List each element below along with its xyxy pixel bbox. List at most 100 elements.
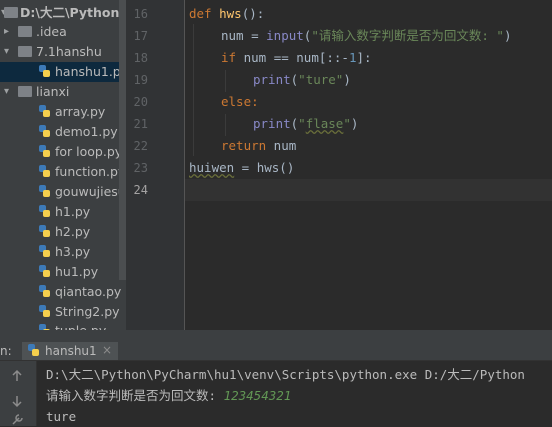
sidebar-scrollbar[interactable] [119,0,126,280]
arrow-down-icon[interactable] [10,394,24,408]
string-literal-typo: flase [305,116,344,131]
tree-item-label: .idea [36,24,67,39]
code-line-19[interactable]: print("ture") [253,69,351,91]
tree-item-lianxi[interactable]: ▾ lianxi [0,82,126,102]
tree-item-label: h2.py [55,224,91,239]
folder-icon [18,46,32,57]
tree-item-function-py[interactable]: function.py [0,162,126,182]
tree-item-hu1-py[interactable]: hu1.py [0,262,126,282]
code-line-20[interactable]: else: [221,91,259,113]
code-text: = hws() [234,160,295,175]
code-text: ) [503,28,512,43]
tree-item-array-py[interactable]: array.py [0,102,126,122]
panel-divider[interactable] [0,330,552,342]
indent-guide [225,114,226,136]
function-name: hws [219,6,242,21]
code-line-23[interactable]: huiwen = hws() [189,157,294,179]
console-command-line: D:\大二\Python\PyCharm\hu1\venv\Scripts\py… [46,367,525,382]
string-literal: "请输入数字判断是否为回文数: " [311,28,504,43]
folder-icon [18,26,32,37]
tree-item-qiantao-py[interactable]: qiantao.py [0,282,126,302]
code-text: ]: [356,50,372,65]
run-tab-hanshu1[interactable]: hanshu1 × [22,342,118,360]
line-number: 23 [133,161,148,175]
project-root-label: D:\大二\Python\P [20,5,126,20]
python-file-icon [39,265,50,277]
folder-icon [18,86,32,97]
tree-item-for-loop-py[interactable]: for loop.py [0,142,126,162]
tree-item-label: array.py [55,104,106,119]
code-text: ) [343,72,351,87]
python-file-icon [39,145,50,157]
line-number: 21 [133,117,148,131]
python-file-icon [39,205,50,217]
tree-item-7-1hanshu[interactable]: ▾ 7.1hanshu [0,42,126,62]
indent-guide [225,70,226,92]
tree-item-label: lianxi [36,84,70,99]
tree-item-string2-py[interactable]: String2.py [0,302,126,322]
line-number: 18 [133,51,148,65]
project-root[interactable]: ▾ D:\大二\Python\P [0,3,126,23]
code-text: (): [241,6,265,21]
chevron-down-icon[interactable]: ▾ [4,42,14,62]
tree-item-label: h1.py [55,204,91,219]
chevron-down-icon[interactable]: ▾ [4,82,14,102]
builtin-print: print [253,72,291,87]
wrench-icon[interactable] [10,413,24,427]
tree-item-h3-py[interactable]: h3.py [0,242,126,262]
line-number-current: 24 [133,183,148,197]
line-number: 19 [133,73,148,87]
arrow-up-icon[interactable] [10,369,24,383]
variable-name: huiwen [189,160,235,175]
tree-item-label: hanshu1.py [55,64,126,79]
tree-item-demo1-py[interactable]: demo1.py [0,122,126,142]
line-number: 16 [133,7,148,21]
line-number: 17 [133,29,148,43]
keyword-if: if [221,50,237,65]
python-file-icon [28,344,39,356]
console-output-line: ture [46,409,77,424]
tree-item-label: tuple.py [55,321,106,330]
python-file-icon [39,185,50,197]
close-icon[interactable]: × [102,343,112,357]
code-line-22[interactable]: return num [221,135,296,157]
builtin-input: input [266,28,304,43]
current-line-highlight [185,179,552,201]
keyword-return: return [221,138,267,153]
code-line-16[interactable]: def hws(): [189,3,264,25]
line-number: 22 [133,139,148,153]
tree-item-idea[interactable]: ▸ .idea [0,22,126,42]
tree-item-gouwujiesuan[interactable]: gouwujiesua [0,182,126,202]
chevron-right-icon[interactable]: ▸ [4,22,14,42]
tree-item-label: String2.py [55,304,120,319]
python-file-icon [39,105,50,117]
tree-item-label: h3.py [55,244,91,259]
tree-item-hanshu1-py[interactable]: hanshu1.py [0,62,126,82]
code-line-21[interactable]: print("flase") [253,113,358,135]
tree-item-label: hu1.py [55,264,99,279]
code-text: num == num[::- [236,50,349,65]
run-panel-label: n: [0,344,12,358]
console-prompt: 请输入数字判断是否为回文数: [46,388,224,403]
line-number: 20 [133,95,148,109]
python-file-icon [39,65,50,77]
code-line-17[interactable]: num = input("请输入数字判断是否为回文数: ") [221,25,511,47]
folder-icon [4,7,18,18]
project-tool-window: ▾ D:\大二\Python\P ▸ .idea ▾ 7.1hanshu han… [0,0,126,330]
tree-item-label: function.py [55,164,126,179]
python-file-icon [39,225,50,237]
tree-item-h2-py[interactable]: h2.py [0,222,126,242]
tree-item-tuple-py[interactable]: tuple.py [0,321,126,330]
code-text: num [266,138,297,153]
python-file-icon [39,165,50,177]
keyword-def: def [189,6,212,21]
builtin-print: print [253,116,291,131]
keyword-else: else [221,94,252,109]
tree-item-h1-py[interactable]: h1.py [0,202,126,222]
code-line-18[interactable]: if num == num[::-1]: [221,47,372,69]
string-literal: "ture" [298,72,344,87]
run-tab-label: hanshu1 [45,344,97,358]
tree-item-label: gouwujiesua [55,184,126,199]
python-file-icon [39,285,50,297]
console-prompt-line: 请输入数字判断是否为回文数: 123454321 [46,385,291,406]
